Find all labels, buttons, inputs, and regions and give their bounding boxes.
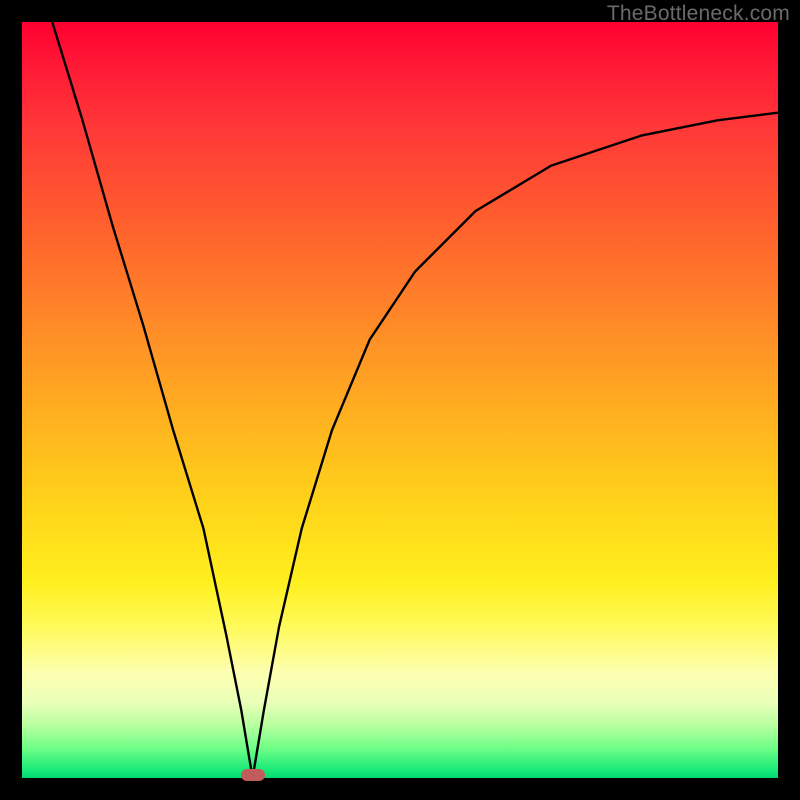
chart-minimum-marker: [241, 769, 265, 781]
chart-line: [22, 22, 778, 778]
chart-frame: [22, 22, 778, 778]
